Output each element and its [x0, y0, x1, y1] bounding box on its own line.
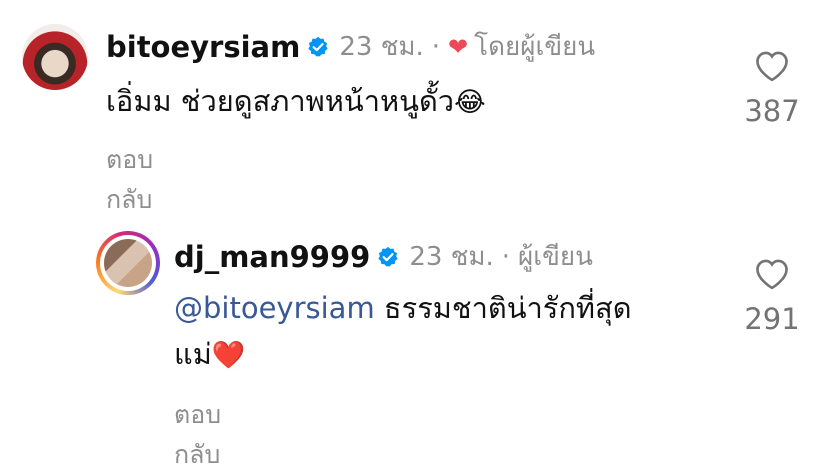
like-column: 387 [737, 50, 807, 128]
comment-header: dj_man9999 23 ชม. · ผู้เขียน [174, 236, 593, 277]
username[interactable]: dj_man9999 [174, 240, 370, 274]
liked-by-author-label: โดยผู้เขียน [474, 32, 596, 62]
verified-icon [308, 36, 328, 57]
heart-outline-icon[interactable] [754, 258, 790, 290]
comment-body: ธรรมชาติน่ารักที่สุด [374, 291, 632, 325]
comment-text-line-2: แม่❤️ [174, 331, 245, 379]
like-column: 291 [737, 258, 807, 336]
like-count: 291 [744, 302, 800, 336]
heart-outline-icon[interactable] [754, 50, 790, 82]
avatar[interactable] [22, 24, 88, 90]
separator-dot: · [501, 241, 511, 272]
avatar [104, 239, 152, 287]
reply-button[interactable]: ตอบกลับ [106, 140, 153, 220]
comment-text-line-1: @bitoeyrsiam ธรรมชาติน่ารักที่สุด [174, 285, 632, 331]
like-count: 387 [744, 94, 800, 128]
reply-button[interactable]: ตอบกลับ [174, 395, 221, 464]
timestamp: 23 ชม. [409, 242, 494, 272]
laughing-emoji: 😂 [454, 87, 486, 118]
comment-body-end: แม่ [174, 337, 212, 371]
author-label: ผู้เขียน [518, 242, 593, 272]
story-ring[interactable] [96, 231, 160, 295]
mention-link[interactable]: @bitoeyrsiam [174, 291, 375, 325]
username[interactable]: bitoeyrsiam [106, 30, 300, 64]
heart-emoji: ❤️ [211, 340, 246, 371]
timestamp: 23 ชม. [339, 32, 424, 62]
comment-text: เอิ่มม ช่วยดูสภาพหน้าหนูดั้ว😂 [106, 78, 486, 126]
author-heart-icon: ❤ [448, 32, 469, 61]
comment-body: เอิ่มม ช่วยดูสภาพหน้าหนูดั้ว [106, 84, 455, 118]
separator-dot: · [431, 31, 441, 62]
comment-header: bitoeyrsiam 23 ชม. · ❤ โดยผู้เขียน [106, 26, 595, 67]
verified-icon [378, 246, 398, 267]
comments-screen: bitoeyrsiam 23 ชม. · ❤ โดยผู้เขียน เอิ่ม… [0, 0, 828, 464]
